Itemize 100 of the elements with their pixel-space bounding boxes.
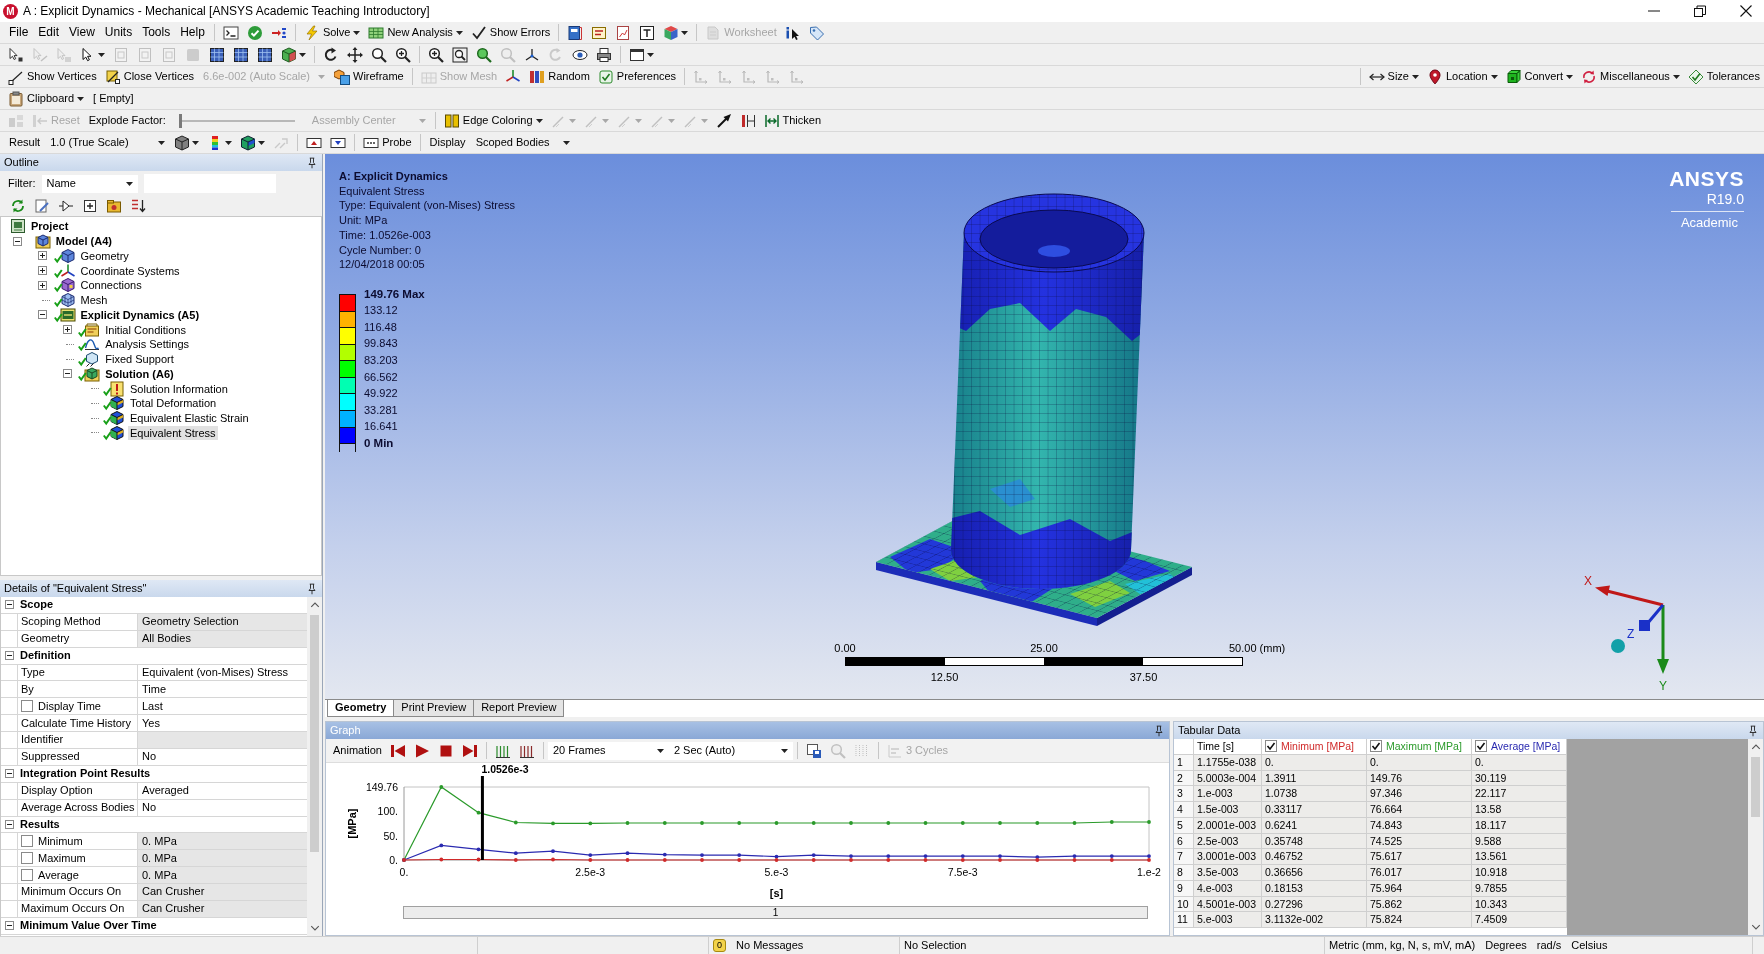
minus-box-icon[interactable] [13, 236, 23, 246]
tree-item[interactable]: Explicit Dynamics (A5) [78, 307, 202, 322]
show-vertices-button[interactable]: Show Vertices [4, 66, 101, 87]
rotate-icon[interactable] [323, 46, 339, 63]
property-value[interactable]: Can Crusher [138, 901, 307, 917]
scrollbar-thumb[interactable] [310, 615, 319, 852]
flow-icon[interactable] [58, 198, 74, 214]
column-header[interactable]: Time [s] [1194, 739, 1262, 755]
property-value[interactable]: Can Crusher [138, 884, 307, 901]
printer-icon[interactable] [596, 46, 612, 63]
miscellaneous-button[interactable]: Miscellaneous [1577, 66, 1684, 87]
book-icon[interactable] [567, 24, 584, 41]
pin-icon[interactable] [1153, 724, 1165, 737]
plus-box-icon[interactable] [38, 266, 47, 276]
dot-grid-icon[interactable] [853, 742, 870, 759]
tree-item[interactable]: Connections [78, 278, 144, 293]
menu-item[interactable]: View [64, 25, 100, 40]
caret-icon[interactable] [1566, 74, 1574, 79]
duration-dropdown[interactable]: 2 Sec (Auto) [668, 741, 793, 760]
property-value[interactable]: 0. MPa [138, 850, 307, 867]
close-vertices-button[interactable]: Close Vertices [100, 66, 198, 87]
thicken-button[interactable]: Thicken [759, 110, 826, 131]
mesh-cube-icon[interactable] [233, 46, 249, 63]
mesh-cube-icon[interactable] [209, 46, 225, 63]
shaded-cube-icon[interactable] [174, 134, 191, 151]
menu-item[interactable]: Units [99, 25, 138, 40]
mesh-cube-icon[interactable] [257, 46, 273, 63]
display-dropdown[interactable]: Scoped Bodies [470, 133, 575, 152]
property-value[interactable]: No [138, 799, 307, 816]
vertical-scrollbar[interactable] [307, 597, 322, 936]
checkbox[interactable] [21, 852, 33, 865]
tree-item[interactable]: Equivalent Elastic Strain [128, 411, 251, 426]
edge-coloring-button[interactable]: Edge Coloring [439, 110, 547, 131]
property-value[interactable]: Averaged [138, 782, 307, 799]
property-value[interactable]: 0. MPa [138, 867, 307, 884]
zoom-icon[interactable] [371, 46, 387, 63]
zoom-box-icon[interactable] [452, 46, 468, 63]
caret-icon[interactable] [158, 140, 166, 145]
result-scale-dropdown[interactable]: 1.0 (True Scale) [45, 133, 171, 152]
tree-item[interactable]: Analysis Settings [103, 337, 191, 352]
caret-icon[interactable] [77, 96, 85, 101]
caret-icon[interactable] [535, 118, 543, 123]
menu-item[interactable]: Help [175, 25, 210, 40]
checkbox[interactable] [21, 869, 33, 882]
tree-item[interactable]: Total Deformation [128, 396, 219, 411]
size-button[interactable]: Size [1364, 66, 1423, 87]
pointer-icon[interactable] [784, 24, 801, 41]
sort-icon[interactable] [130, 198, 146, 214]
property-value[interactable]: Last [138, 698, 307, 715]
probe-button[interactable]: Probe [359, 132, 416, 153]
caret-icon[interactable] [192, 140, 200, 145]
unit-setting[interactable]: rad/s [1536, 938, 1562, 953]
view-tab[interactable]: Report Preview [473, 700, 565, 718]
random-colors-button[interactable]: Random [525, 66, 594, 87]
play-icon[interactable] [413, 742, 430, 759]
caret-icon[interactable] [1490, 74, 1498, 79]
tag-icon[interactable] [808, 24, 825, 41]
view-tab[interactable]: Geometry [327, 700, 395, 718]
solve-button[interactable]: Solve [299, 22, 365, 43]
tree-item[interactable]: Solution (A6) [103, 366, 176, 381]
convert-button[interactable]: Convert [1501, 66, 1578, 87]
skip-back-icon[interactable] [389, 742, 406, 759]
new-analysis-button[interactable]: New Analysis [364, 22, 467, 43]
tree-item[interactable]: Model (A4) [53, 234, 114, 249]
console-icon[interactable] [222, 24, 239, 41]
caret-icon[interactable] [455, 30, 463, 35]
thicken-marks-icon[interactable] [739, 112, 756, 129]
vertical-scrollbar[interactable] [1748, 739, 1763, 935]
plus-box-icon[interactable] [38, 280, 47, 290]
window-icon[interactable] [629, 46, 645, 63]
pin-icon[interactable] [306, 156, 318, 169]
cube-icon[interactable] [281, 46, 297, 63]
text-frame-icon[interactable] [639, 24, 656, 41]
contour-cube-icon[interactable] [240, 134, 257, 151]
checkbox[interactable] [21, 700, 33, 713]
thin-arrow-icon[interactable] [715, 112, 732, 129]
caret-icon[interactable] [1411, 74, 1419, 79]
folder-icon[interactable] [106, 198, 122, 214]
show-errors-button[interactable]: Show Errors [466, 22, 555, 43]
checkbox[interactable] [1475, 740, 1487, 753]
menu-item[interactable]: Tools [137, 25, 176, 40]
minus-box-icon[interactable] [4, 600, 14, 610]
tree-item[interactable]: Mesh [78, 293, 110, 308]
zoom-plus-icon[interactable] [395, 46, 411, 63]
cursor-point-icon[interactable] [8, 46, 24, 63]
tree-item[interactable]: Fixed Support [103, 352, 176, 367]
time-marker-line[interactable] [480, 776, 484, 860]
checkbox[interactable] [1265, 740, 1277, 753]
menu-item[interactable]: File [4, 25, 34, 40]
iso-axes-icon[interactable] [524, 46, 540, 63]
preferences-button[interactable]: Preferences [593, 66, 681, 87]
minus-box-icon[interactable] [62, 369, 72, 379]
property-value[interactable]: Time [138, 681, 307, 698]
scrollbar-thumb[interactable] [1751, 757, 1760, 817]
minus-box-icon[interactable] [4, 769, 14, 779]
clipboard-button[interactable]: Clipboard [4, 88, 89, 109]
page-edit-icon[interactable] [34, 198, 50, 214]
frames-dropdown[interactable]: 20 Frames [547, 741, 669, 760]
check-circle-icon[interactable] [246, 24, 263, 41]
pin-icon[interactable] [306, 582, 318, 595]
